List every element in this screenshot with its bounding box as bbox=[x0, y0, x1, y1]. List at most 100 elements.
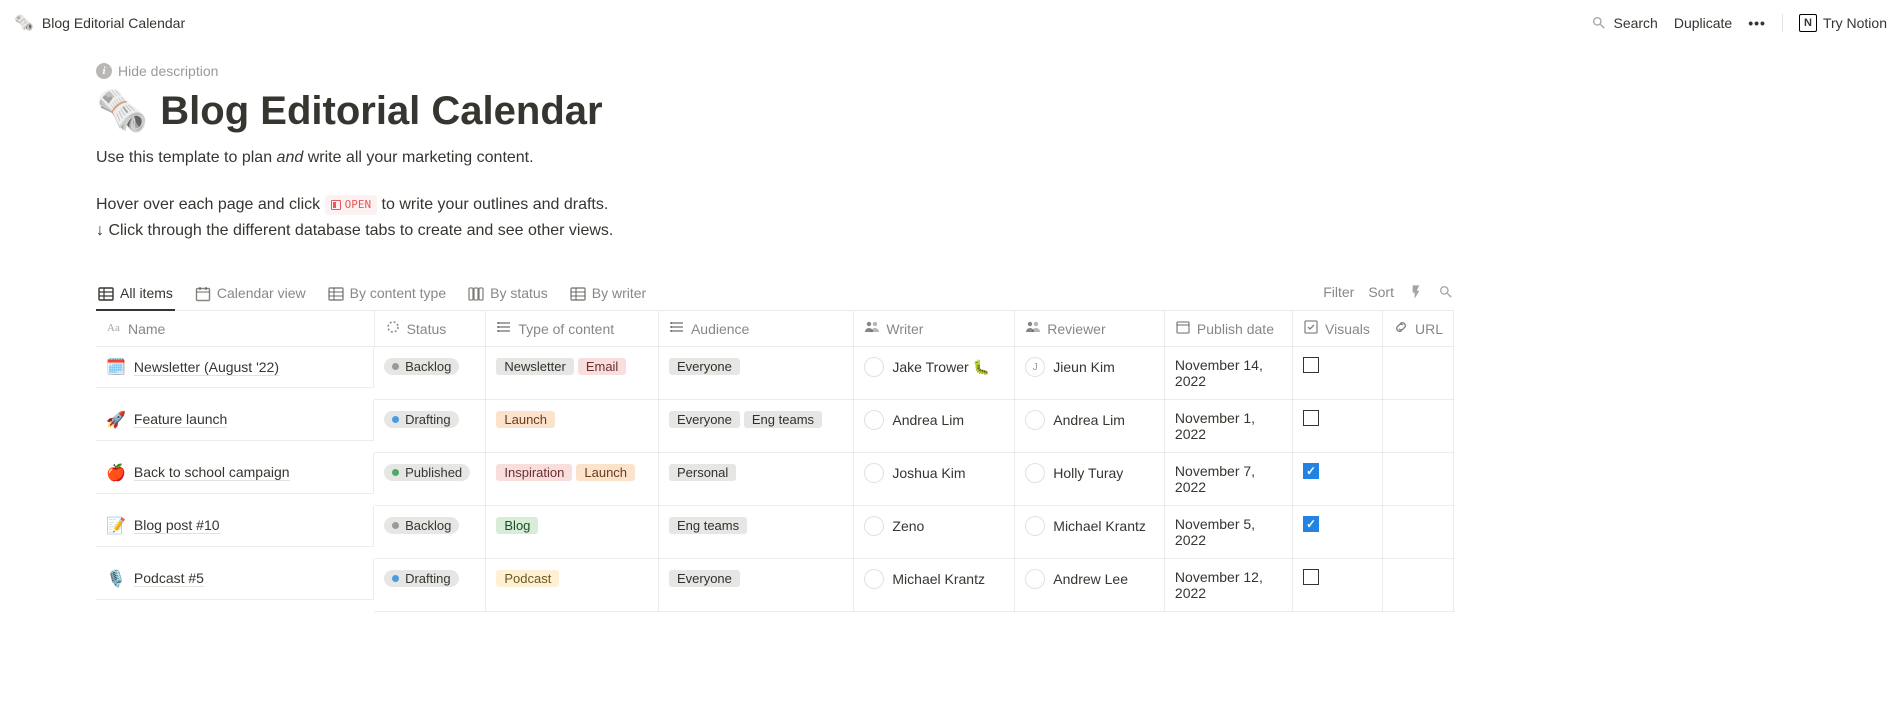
column-header-reviewer[interactable]: Reviewer bbox=[1015, 311, 1165, 347]
cell-visuals[interactable] bbox=[1293, 506, 1383, 559]
avatar bbox=[864, 410, 884, 430]
audience-tag: Everyone bbox=[669, 358, 740, 375]
table-row[interactable]: 🗓️Newsletter (August '22)BacklogNewslett… bbox=[96, 347, 1454, 400]
visuals-checkbox[interactable] bbox=[1303, 569, 1319, 585]
cell-name[interactable]: 🎙️Podcast #5 bbox=[96, 559, 374, 600]
cell-reviewer[interactable]: Holly Turay bbox=[1015, 453, 1165, 506]
cell-reviewer[interactable]: JJieun Kim bbox=[1015, 347, 1165, 400]
column-icon bbox=[1025, 319, 1041, 338]
cell-status[interactable]: Drafting bbox=[374, 400, 486, 453]
cell-visuals[interactable] bbox=[1293, 559, 1383, 612]
cell-visuals[interactable] bbox=[1293, 400, 1383, 453]
page-title[interactable]: Blog Editorial Calendar bbox=[160, 89, 602, 134]
try-notion-button[interactable]: N Try Notion bbox=[1799, 14, 1887, 32]
cell-url[interactable] bbox=[1382, 559, 1453, 612]
reviewer-name: Andrew Lee bbox=[1053, 571, 1128, 587]
cell-date[interactable]: November 7, 2022 bbox=[1164, 453, 1292, 506]
row-icon: 🎙️ bbox=[106, 569, 126, 589]
cell-url[interactable] bbox=[1382, 453, 1453, 506]
cell-name[interactable]: 📝Blog post #10 bbox=[96, 506, 374, 547]
cell-writer[interactable]: Michael Krantz bbox=[854, 559, 1015, 612]
publish-date: November 7, 2022 bbox=[1175, 463, 1255, 495]
column-header-url[interactable]: URL bbox=[1382, 311, 1453, 347]
sort-button[interactable]: Sort bbox=[1368, 284, 1394, 300]
avatar bbox=[864, 357, 884, 377]
view-tab-calendar-view[interactable]: Calendar view bbox=[193, 279, 308, 311]
column-header-date[interactable]: Publish date bbox=[1164, 311, 1292, 347]
visuals-checkbox[interactable] bbox=[1303, 516, 1319, 532]
cell-date[interactable]: November 14, 2022 bbox=[1164, 347, 1292, 400]
cell-audience[interactable]: Everyone bbox=[658, 347, 853, 400]
page-hint: Hover over each page and click OPEN to w… bbox=[96, 192, 1454, 243]
cell-writer[interactable]: Andrea Lim bbox=[854, 400, 1015, 453]
cell-name[interactable]: 🗓️Newsletter (August '22) bbox=[96, 347, 374, 388]
view-tab-label: By content type bbox=[350, 285, 447, 301]
cell-reviewer[interactable]: Andrew Lee bbox=[1015, 559, 1165, 612]
cell-audience[interactable]: EveryoneEng teams bbox=[658, 400, 853, 453]
try-notion-label: Try Notion bbox=[1823, 15, 1887, 31]
cell-writer[interactable]: Jake Trower 🐛 bbox=[854, 347, 1015, 400]
cell-type[interactable]: NewsletterEmail bbox=[486, 347, 659, 400]
column-header-type[interactable]: Type of content bbox=[486, 311, 659, 347]
automations-icon[interactable] bbox=[1408, 284, 1424, 300]
cell-reviewer[interactable]: Michael Krantz bbox=[1015, 506, 1165, 559]
cell-date[interactable]: November 1, 2022 bbox=[1164, 400, 1292, 453]
view-tab-by-content-type[interactable]: By content type bbox=[326, 279, 449, 311]
cell-writer[interactable]: Zeno bbox=[854, 506, 1015, 559]
cell-type[interactable]: Launch bbox=[486, 400, 659, 453]
column-header-writer[interactable]: Writer bbox=[854, 311, 1015, 347]
cell-visuals[interactable] bbox=[1293, 453, 1383, 506]
view-tab-all-items[interactable]: All items bbox=[96, 279, 175, 311]
column-header-audience[interactable]: Audience bbox=[658, 311, 853, 347]
avatar bbox=[864, 516, 884, 536]
visuals-checkbox[interactable] bbox=[1303, 357, 1319, 373]
filter-button[interactable]: Filter bbox=[1323, 284, 1354, 300]
search-button[interactable]: Search bbox=[1591, 15, 1657, 31]
cell-status[interactable]: Backlog bbox=[374, 506, 486, 559]
table-row[interactable]: 🚀Feature launchDraftingLaunchEveryoneEng… bbox=[96, 400, 1454, 453]
duplicate-button[interactable]: Duplicate bbox=[1674, 15, 1732, 31]
column-header-status[interactable]: Status bbox=[374, 311, 486, 347]
page-description: Use this template to plan and write all … bbox=[96, 146, 1454, 170]
column-icon bbox=[385, 319, 401, 338]
cell-type[interactable]: Podcast bbox=[486, 559, 659, 612]
view-tab-label: Calendar view bbox=[217, 285, 306, 301]
view-tab-by-writer[interactable]: By writer bbox=[568, 279, 648, 311]
cell-status[interactable]: Backlog bbox=[374, 347, 486, 400]
view-tab-by-status[interactable]: By status bbox=[466, 279, 550, 311]
table-row[interactable]: 🍎Back to school campaignPublishedInspira… bbox=[96, 453, 1454, 506]
cell-type[interactable]: InspirationLaunch bbox=[486, 453, 659, 506]
cell-url[interactable] bbox=[1382, 347, 1453, 400]
hide-description-button[interactable]: i Hide description bbox=[96, 63, 1454, 79]
column-header-visuals[interactable]: Visuals bbox=[1293, 311, 1383, 347]
table-row[interactable]: 🎙️Podcast #5DraftingPodcastEveryoneMicha… bbox=[96, 559, 1454, 612]
cell-visuals[interactable] bbox=[1293, 347, 1383, 400]
cell-audience[interactable]: Personal bbox=[658, 453, 853, 506]
column-label: Name bbox=[128, 321, 165, 337]
cell-url[interactable] bbox=[1382, 506, 1453, 559]
notion-logo-icon: N bbox=[1799, 14, 1817, 32]
table-row[interactable]: 📝Blog post #10BacklogBlogEng teamsZenoMi… bbox=[96, 506, 1454, 559]
cell-status[interactable]: Published bbox=[374, 453, 486, 506]
cell-audience[interactable]: Everyone bbox=[658, 559, 853, 612]
cell-url[interactable] bbox=[1382, 400, 1453, 453]
cell-name[interactable]: 🍎Back to school campaign bbox=[96, 453, 374, 494]
cell-reviewer[interactable]: Andrea Lim bbox=[1015, 400, 1165, 453]
column-header-name[interactable]: AaName bbox=[96, 311, 374, 347]
search-db-icon[interactable] bbox=[1438, 284, 1454, 300]
cell-name[interactable]: 🚀Feature launch bbox=[96, 400, 374, 441]
cell-date[interactable]: November 12, 2022 bbox=[1164, 559, 1292, 612]
page-icon[interactable]: 🗞️ bbox=[96, 87, 148, 136]
visuals-checkbox[interactable] bbox=[1303, 410, 1319, 426]
cell-writer[interactable]: Joshua Kim bbox=[854, 453, 1015, 506]
cell-status[interactable]: Drafting bbox=[374, 559, 486, 612]
visuals-checkbox[interactable] bbox=[1303, 463, 1319, 479]
breadcrumb[interactable]: 🗞️ Blog Editorial Calendar bbox=[14, 13, 185, 33]
cell-audience[interactable]: Eng teams bbox=[658, 506, 853, 559]
view-tab-label: By writer bbox=[592, 285, 646, 301]
column-label: Type of content bbox=[518, 321, 614, 337]
cell-type[interactable]: Blog bbox=[486, 506, 659, 559]
duplicate-label: Duplicate bbox=[1674, 15, 1732, 31]
more-button[interactable]: ••• bbox=[1748, 15, 1766, 31]
cell-date[interactable]: November 5, 2022 bbox=[1164, 506, 1292, 559]
